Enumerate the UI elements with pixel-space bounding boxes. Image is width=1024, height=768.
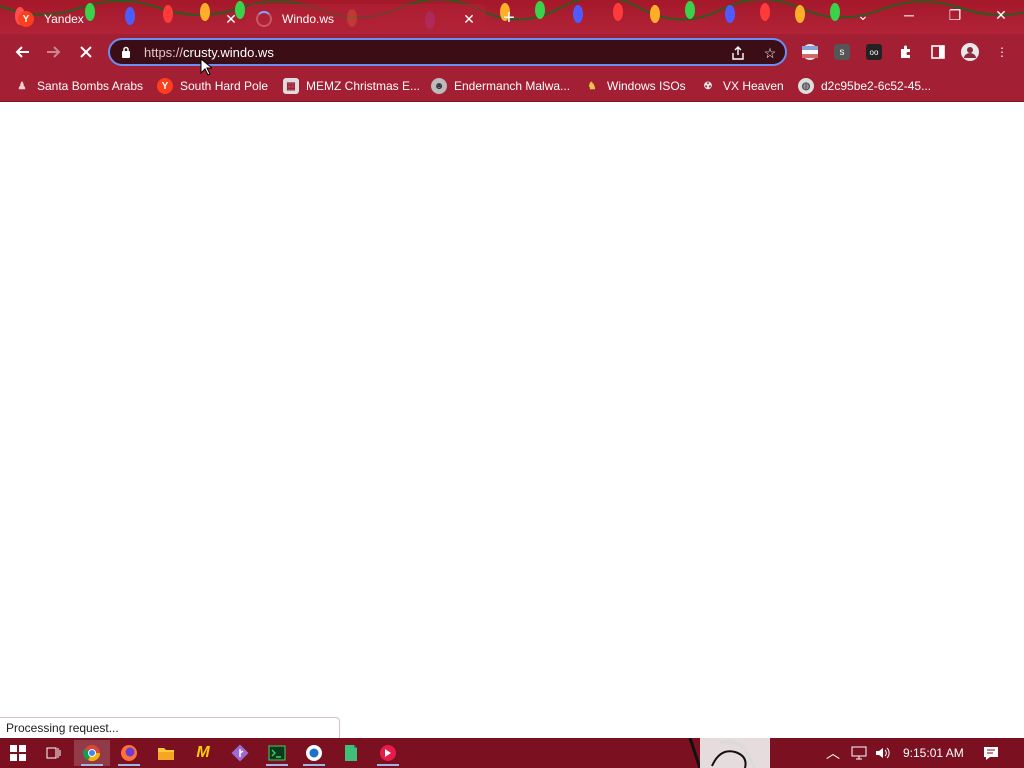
close-tab-icon[interactable]: ✕: [222, 10, 240, 28]
notification-icon: [984, 747, 998, 760]
taskbar-notepad[interactable]: [333, 740, 369, 766]
globe-icon: ◍: [798, 78, 814, 94]
task-view-button[interactable]: [36, 740, 72, 766]
red-app-icon: [380, 745, 396, 761]
lock-icon[interactable]: [120, 46, 132, 58]
tab-strip: Y Yandex ✕ Windo.ws ✕ + ⌄ ─ ❐ ✕: [0, 0, 1024, 34]
back-arrow-icon: [15, 46, 29, 58]
windows-logo-icon: [10, 745, 26, 761]
action-center-button[interactable]: [982, 738, 1000, 768]
endermanch-icon: ☻: [431, 78, 447, 94]
chevron-up-icon: ︿: [826, 745, 840, 761]
windows-iso-icon: ♞: [587, 80, 597, 92]
volume-icon[interactable]: [874, 738, 892, 768]
windows-taskbar: M ︿ 9:15:01 AM: [0, 738, 1024, 768]
restore-icon[interactable]: ❐: [932, 0, 978, 30]
tab-windo-ws[interactable]: Windo.ws ✕: [246, 4, 486, 34]
status-bubble: Processing request...: [0, 717, 340, 738]
bookmark-label: MEMZ Christmas E...: [306, 79, 421, 93]
side-panel-icon[interactable]: [928, 42, 948, 62]
new-tab-button[interactable]: +: [498, 7, 520, 29]
profile-avatar-icon[interactable]: [960, 42, 980, 62]
forward-button[interactable]: [40, 38, 68, 66]
close-tab-icon[interactable]: ✕: [460, 10, 478, 28]
taskbar-app[interactable]: [296, 740, 332, 766]
bookmark-item[interactable]: Y South Hard Pole: [157, 75, 268, 97]
tab-title: Yandex: [44, 12, 84, 26]
santa-icon: ♟: [17, 80, 27, 92]
taskbar-git[interactable]: [222, 740, 258, 766]
bookmark-label: Santa Bombs Arabs: [37, 79, 144, 93]
minimize-icon[interactable]: ─: [886, 0, 932, 30]
flag-extension-icon[interactable]: [800, 42, 820, 62]
stop-loading-button[interactable]: [72, 38, 100, 66]
page-viewport: [0, 103, 1024, 738]
app-icon: [306, 745, 322, 761]
loading-spinner-icon: [256, 11, 272, 27]
bookmark-star-icon[interactable]: ☆: [760, 43, 780, 63]
extensions-puzzle-icon[interactable]: [896, 42, 916, 62]
clock-time: 9:15:01 AM: [903, 746, 964, 760]
taskbar-file-explorer[interactable]: [148, 740, 184, 766]
bookmark-label: South Hard Pole: [180, 79, 269, 93]
git-icon: [231, 744, 249, 762]
tab-yandex[interactable]: Y Yandex ✕: [8, 4, 248, 34]
bookmarks-bar: ♟ Santa Bombs Arabs Y South Hard Pole ▦ …: [0, 70, 1024, 102]
taskbar-terminal[interactable]: [259, 740, 295, 766]
task-view-icon: [46, 747, 61, 759]
chrome-icon: [83, 745, 101, 762]
bookmark-item[interactable]: ☢ VX Heaven: [700, 75, 784, 97]
taskbar-firefox[interactable]: [111, 740, 147, 766]
dark-reader-extension-icon[interactable]: oo: [864, 42, 884, 62]
bookmark-item[interactable]: ♟ Santa Bombs Arabs: [14, 75, 144, 97]
bookmark-label: VX Heaven: [723, 79, 784, 93]
vx-heaven-icon: ☢: [703, 80, 713, 92]
clock[interactable]: 9:15:01 AM: [903, 738, 964, 768]
yandex-icon: Y: [157, 78, 173, 94]
tab-search-dropdown-icon[interactable]: ⌄: [840, 0, 886, 30]
more-menu-icon[interactable]: ⋮: [992, 42, 1012, 62]
browser-toolbar: https://crusty.windo.ws ☆ s oo ⋮: [0, 34, 1024, 70]
notepad-icon: [345, 745, 357, 761]
taskbar-red-app[interactable]: [370, 740, 406, 766]
network-icon[interactable]: [850, 738, 868, 768]
share-icon[interactable]: [728, 43, 748, 63]
file-explorer-icon: [158, 748, 174, 760]
bookmark-item[interactable]: ▦ MEMZ Christmas E...: [283, 75, 420, 97]
back-button[interactable]: [8, 38, 36, 66]
bookmark-label: d2c95be2-6c52-45...: [821, 79, 932, 93]
status-text: Processing request...: [6, 721, 119, 735]
s-extension-icon[interactable]: s: [832, 42, 852, 62]
forward-arrow-icon: [47, 46, 61, 58]
close-window-icon[interactable]: ✕: [978, 0, 1024, 30]
stop-loading-icon: [80, 46, 92, 58]
bookmark-item[interactable]: ♞ Windows ISOs: [584, 75, 686, 97]
terminal-icon: [268, 745, 286, 761]
memz-icon: ▦: [283, 78, 299, 94]
bookmark-item[interactable]: ◍ d2c95be2-6c52-45...: [798, 75, 931, 97]
mouse-cursor-icon: [200, 58, 212, 76]
yandex-icon: Y: [18, 11, 34, 27]
show-hidden-icons-button[interactable]: ︿: [826, 738, 840, 768]
malwarebytes-icon: M: [196, 744, 210, 761]
bookmark-label: Endermanch Malwa...: [454, 79, 571, 93]
tab-title: Windo.ws: [282, 12, 335, 26]
bookmark-label: Windows ISOs: [607, 79, 686, 93]
url-scheme: https://: [144, 44, 184, 60]
firefox-icon: [121, 745, 137, 761]
bookmark-item[interactable]: ☻ Endermanch Malwa...: [431, 75, 570, 97]
taskbar-malwarebytes[interactable]: M: [185, 740, 221, 766]
start-button[interactable]: [0, 740, 36, 766]
taskbar-chrome[interactable]: [74, 740, 110, 766]
url-host: crusty.windo.ws: [183, 44, 274, 60]
